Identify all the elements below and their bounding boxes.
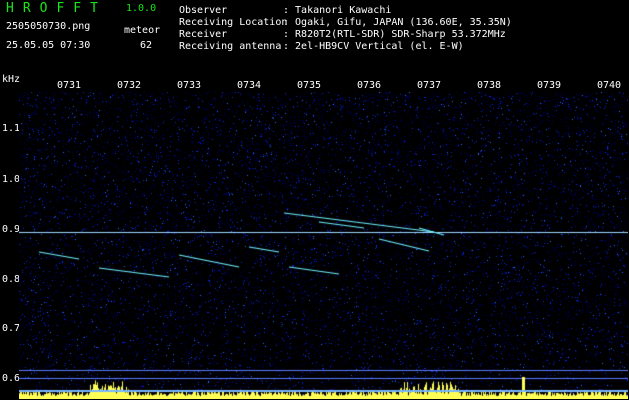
x-tick-label: 0739	[537, 80, 562, 91]
receiver-key: Receiver	[179, 29, 228, 40]
y-tick-label: 0.8	[2, 274, 21, 285]
y-tick-label: 1.0	[2, 174, 21, 185]
x-tick-label: 0734	[237, 80, 262, 91]
x-tick-label: 0740	[597, 80, 622, 91]
meteor-count: 62	[140, 40, 153, 51]
observer-value: : Takanori Kawachi	[283, 5, 392, 16]
version-label: 1.0.0	[126, 3, 157, 14]
file-name: 2505050730.png	[6, 21, 91, 32]
x-tick-label: 0733	[177, 80, 202, 91]
location-key: Receiving Location	[179, 17, 288, 28]
receiver-value: : R820T2(RTL-SDR) SDR-Sharp 53.372MHz	[283, 29, 506, 40]
spectrogram	[19, 92, 628, 399]
observer-key: Observer	[179, 5, 228, 16]
x-tick-label: 0732	[117, 80, 142, 91]
x-tick-label: 0731	[57, 80, 82, 91]
y-tick-label: 0.9	[2, 224, 21, 235]
app-logo: HROFFT	[6, 1, 107, 16]
x-tick-label: 0736	[357, 80, 382, 91]
date-time: 25.05.05 07:30	[6, 40, 91, 51]
location-value: : Ogaki, Gifu, JAPAN (136.60E, 35.35N)	[283, 17, 512, 28]
frequency-unit: kHz	[2, 74, 21, 85]
y-tick-label: 1.1	[2, 123, 21, 134]
antenna-key: Receiving antenna	[179, 41, 282, 52]
x-tick-label: 0738	[477, 80, 502, 91]
y-tick-label: 0.6	[2, 373, 21, 384]
x-tick-label: 0737	[417, 80, 442, 91]
antenna-value: : 2el-HB9CV Vertical (el. E-W)	[283, 41, 464, 52]
y-tick-label: 0.7	[2, 323, 21, 334]
x-tick-label: 0735	[297, 80, 322, 91]
meteor-label: meteor	[124, 25, 161, 36]
